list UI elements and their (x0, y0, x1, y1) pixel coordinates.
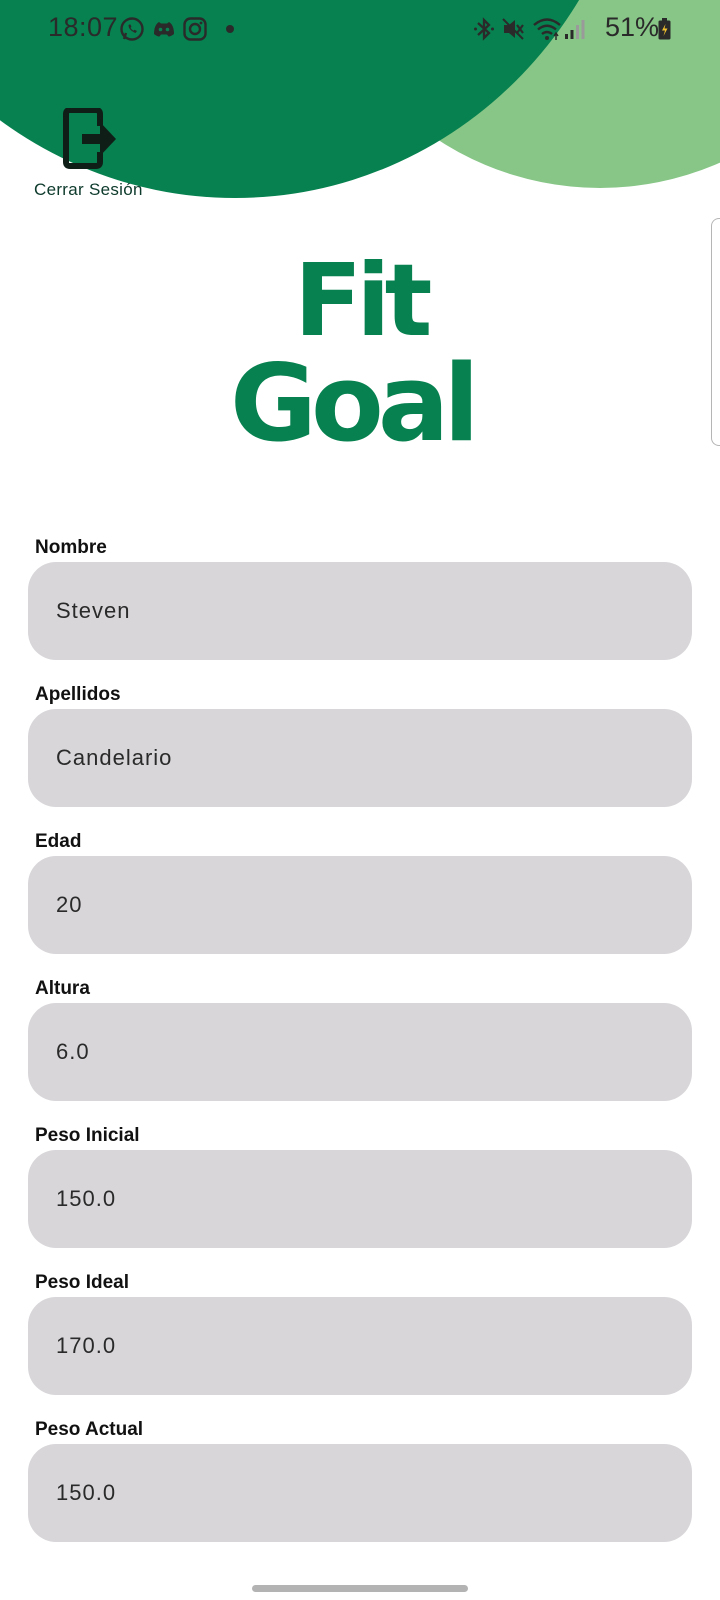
field-label: Peso Ideal (35, 1272, 129, 1293)
field-label: Peso Actual (35, 1419, 144, 1440)
field-apellidos: Apellidos Candelario (28, 684, 692, 831)
whatsapp-icon (120, 17, 144, 41)
field-label: Nombre (35, 537, 107, 558)
profile-screen: 18:07 51% Cerrar Sesión Fit Goal Nombre … (0, 0, 720, 1600)
instagram-icon (183, 17, 207, 41)
battery-icon (658, 18, 671, 40)
field-label: Peso Inicial (35, 1125, 140, 1146)
profile-form: Nombre Steven Apellidos Candelario Edad … (28, 537, 692, 1566)
fitgoal-logo: Fit Goal (230, 242, 486, 470)
edge-panel-handle[interactable] (711, 218, 720, 446)
field-label: Edad (35, 831, 82, 852)
logout-icon (63, 108, 116, 169)
logout-label: Cerrar Sesión (34, 180, 143, 199)
field-peso-inicial: Peso Inicial 150.0 (28, 1125, 692, 1272)
edad-input[interactable]: 20 (28, 856, 692, 954)
logout-button[interactable]: Cerrar Sesión (34, 108, 148, 204)
apellidos-input[interactable]: Candelario (28, 709, 692, 807)
altura-input[interactable]: 6.0 (28, 1003, 692, 1101)
field-edad: Edad 20 (28, 831, 692, 978)
bluetooth-icon (474, 17, 494, 41)
field-label: Apellidos (35, 684, 121, 705)
peso-inicial-input[interactable]: 150.0 (28, 1150, 692, 1248)
notification-dot (226, 25, 234, 33)
field-peso-actual: Peso Actual 150.0 (28, 1419, 692, 1566)
field-nombre: Nombre Steven (28, 537, 692, 684)
discord-icon (154, 22, 174, 37)
status-time: 18:07 (48, 12, 119, 42)
peso-actual-input[interactable]: 150.0 (28, 1444, 692, 1542)
field-label: Altura (35, 978, 90, 999)
battery-percent: 51% (605, 12, 660, 42)
nombre-input[interactable]: Steven (28, 562, 692, 660)
home-indicator[interactable] (252, 1585, 468, 1592)
field-peso-ideal: Peso Ideal 170.0 (28, 1272, 692, 1419)
status-bar: 18:07 51% (0, 0, 720, 60)
mute-icon (502, 18, 524, 40)
peso-ideal-input[interactable]: 170.0 (28, 1297, 692, 1395)
field-altura: Altura 6.0 (28, 978, 692, 1125)
wifi-icon (533, 18, 561, 40)
signal-icon (565, 20, 585, 39)
logo-goal-text: Goal (230, 342, 480, 465)
